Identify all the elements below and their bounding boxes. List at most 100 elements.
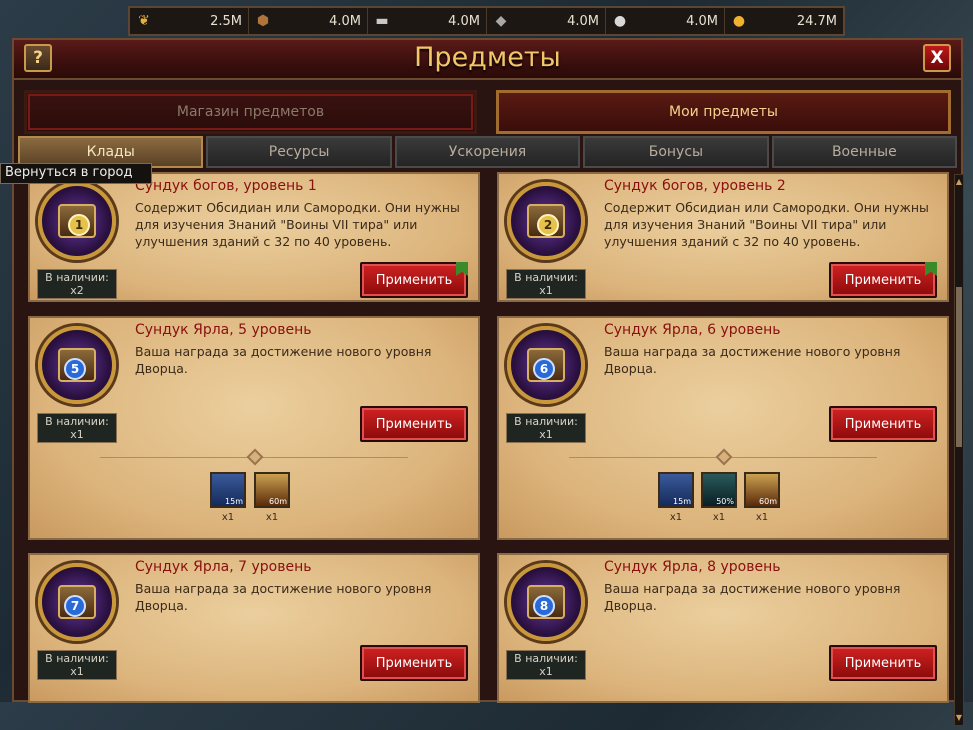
tab-military[interactable]: Военные — [771, 136, 958, 168]
helmet-icon: 60m — [254, 472, 290, 508]
stock-qty: x1 — [539, 284, 553, 297]
tab-item-shop[interactable]: Магазин предметов — [24, 90, 477, 134]
resource-silver: ● 4.0M — [606, 8, 725, 34]
stock-count: В наличии: x1 — [506, 269, 586, 299]
item-title: Сундук богов, уровень 1 — [135, 178, 317, 194]
item-description: Содержит Обсидиан или Самородки. Они нуж… — [604, 200, 929, 249]
silver-icon: ● — [613, 13, 627, 29]
stock-qty: x2 — [70, 284, 84, 297]
item-title: Сундук богов, уровень 2 — [604, 178, 786, 194]
item-title: Сундук Ярла, 6 уровень — [604, 322, 781, 338]
chest-icon: 7 — [38, 563, 116, 641]
stock-qty: x1 — [70, 665, 84, 678]
stock-count: В наличии: x1 — [506, 413, 586, 443]
stock-label: В наличии: — [45, 652, 109, 665]
resource-stone: ◆ 4.0M — [487, 8, 606, 34]
wood-icon: ⬢ — [256, 13, 270, 29]
new-flag-icon — [456, 262, 468, 276]
resource-value: 24.7M — [796, 13, 837, 29]
stock-label: В наличии: — [514, 652, 578, 665]
resource-value: 4.0M — [686, 13, 718, 29]
scroll-up-icon[interactable]: ▲ — [955, 177, 963, 187]
category-tabs: Клады Ресурсы Ускорения Бонусы Военные — [18, 136, 958, 168]
item-description: Ваша награда за достижение нового уровня… — [135, 344, 432, 376]
chest-icon: 2 — [507, 182, 585, 260]
apply-label: Применить — [375, 416, 453, 432]
item-description: Ваша награда за достижение нового уровня… — [135, 581, 432, 613]
item-title: Сундук Ярла, 5 уровень — [135, 322, 312, 338]
resource-value: 4.0M — [567, 13, 599, 29]
item-title: Сундук Ярла, 7 уровень — [135, 559, 312, 575]
apply-button[interactable]: Применить — [360, 262, 468, 298]
apply-button[interactable]: Применить — [360, 406, 468, 442]
scrollbar[interactable]: ▲ ▼ — [954, 174, 964, 726]
chest-icon: 1 — [38, 182, 116, 260]
item-card: 8 В наличии: x1 Сундук Ярла, 8 уровень В… — [497, 553, 949, 703]
title-bar: ? Предметы X — [14, 40, 961, 80]
stock-label: В наличии: — [45, 271, 109, 284]
apply-button[interactable]: Применить — [829, 406, 937, 442]
reward-item[interactable]: 15m x1 — [658, 472, 694, 523]
resource-value: 2.5M — [210, 13, 242, 29]
resource-iron: ▬ 4.0M — [368, 8, 487, 34]
stock-label: В наличии: — [514, 415, 578, 428]
stock-count: В наличии: x1 — [506, 650, 586, 680]
item-list: 1 В наличии: x2 Сундук богов, уровень 1 … — [28, 170, 952, 730]
reward-item[interactable]: 60m x1 — [744, 472, 780, 523]
scrollbar-thumb[interactable] — [956, 287, 962, 447]
tab-my-items[interactable]: Мои предметы — [496, 90, 951, 134]
tab-speedups[interactable]: Ускорения — [394, 136, 581, 168]
item-card: 2 В наличии: x1 Сундук богов, уровень 2 … — [497, 172, 949, 302]
items-window: ? Предметы X Магазин предметов Мои предм… — [12, 38, 964, 726]
item-description: Ваша награда за достижение нового уровня… — [604, 581, 901, 613]
resource-value: 4.0M — [329, 13, 361, 29]
item-card: 1 В наличии: x2 Сундук богов, уровень 1 … — [28, 172, 480, 302]
reward-item[interactable]: 50% x1 — [701, 472, 737, 523]
resource-bar: ❦ 2.5M ⬢ 4.0M ▬ 4.0M ◆ 4.0M ● 4.0M ● 24.… — [128, 6, 845, 36]
resource-wheat: ❦ 2.5M — [130, 8, 249, 34]
apply-button[interactable]: Применить — [829, 645, 937, 681]
tab-bonuses[interactable]: Бонусы — [583, 136, 769, 168]
reward-item[interactable]: 60m x1 — [254, 472, 290, 523]
reward-item[interactable]: 15m x1 — [210, 472, 246, 523]
reward-qty: x1 — [221, 512, 235, 523]
stone-icon: ◆ — [495, 13, 507, 29]
close-button[interactable]: X — [923, 44, 951, 72]
gold-coin-icon: ● — [732, 13, 746, 29]
apply-label: Применить — [375, 655, 453, 671]
item-description: Ваша награда за достижение нового уровня… — [604, 344, 901, 376]
resource-value: 4.0M — [448, 13, 480, 29]
new-flag-icon — [925, 262, 937, 276]
apply-button[interactable]: Применить — [829, 262, 937, 298]
item-card: 7 В наличии: x1 Сундук Ярла, 7 уровень В… — [28, 553, 480, 703]
apply-label: Применить — [375, 272, 453, 288]
reward-qty: x1 — [712, 512, 726, 523]
item-level-badge: 6 — [533, 358, 555, 380]
item-level-badge: 7 — [64, 595, 86, 617]
reward-qty: x1 — [755, 512, 769, 523]
hourglass-icon: 15m — [210, 472, 246, 508]
chest-icon: 6 — [507, 326, 585, 404]
apply-button[interactable]: Применить — [360, 645, 468, 681]
window-title: Предметы — [414, 42, 561, 73]
chest-icon: 8 — [507, 563, 585, 641]
tab-resources[interactable]: Ресурсы — [206, 136, 392, 168]
item-card: 6 В наличии: x1 Сундук Ярла, 6 уровень В… — [497, 316, 949, 540]
item-level-badge: 5 — [64, 358, 86, 380]
tooltip: Вернуться в город — [0, 163, 152, 184]
item-level-badge: 8 — [533, 595, 555, 617]
chest-icon: 5 — [38, 326, 116, 404]
stock-label: В наличии: — [514, 271, 578, 284]
resource-gold: ● 24.7M — [725, 8, 843, 34]
hourglass-icon: 15m — [658, 472, 694, 508]
stock-count: В наличии: x2 — [37, 269, 117, 299]
stock-count: В наличии: x1 — [37, 413, 117, 443]
apply-label: Применить — [844, 416, 922, 432]
item-level-badge: 2 — [537, 214, 559, 236]
resource-wood: ⬢ 4.0M — [249, 8, 368, 34]
scroll-down-icon[interactable]: ▼ — [955, 713, 963, 723]
stock-label: В наличии: — [45, 415, 109, 428]
apply-label: Применить — [844, 272, 922, 288]
ornament-icon — [246, 448, 264, 466]
reward-qty: x1 — [669, 512, 683, 523]
